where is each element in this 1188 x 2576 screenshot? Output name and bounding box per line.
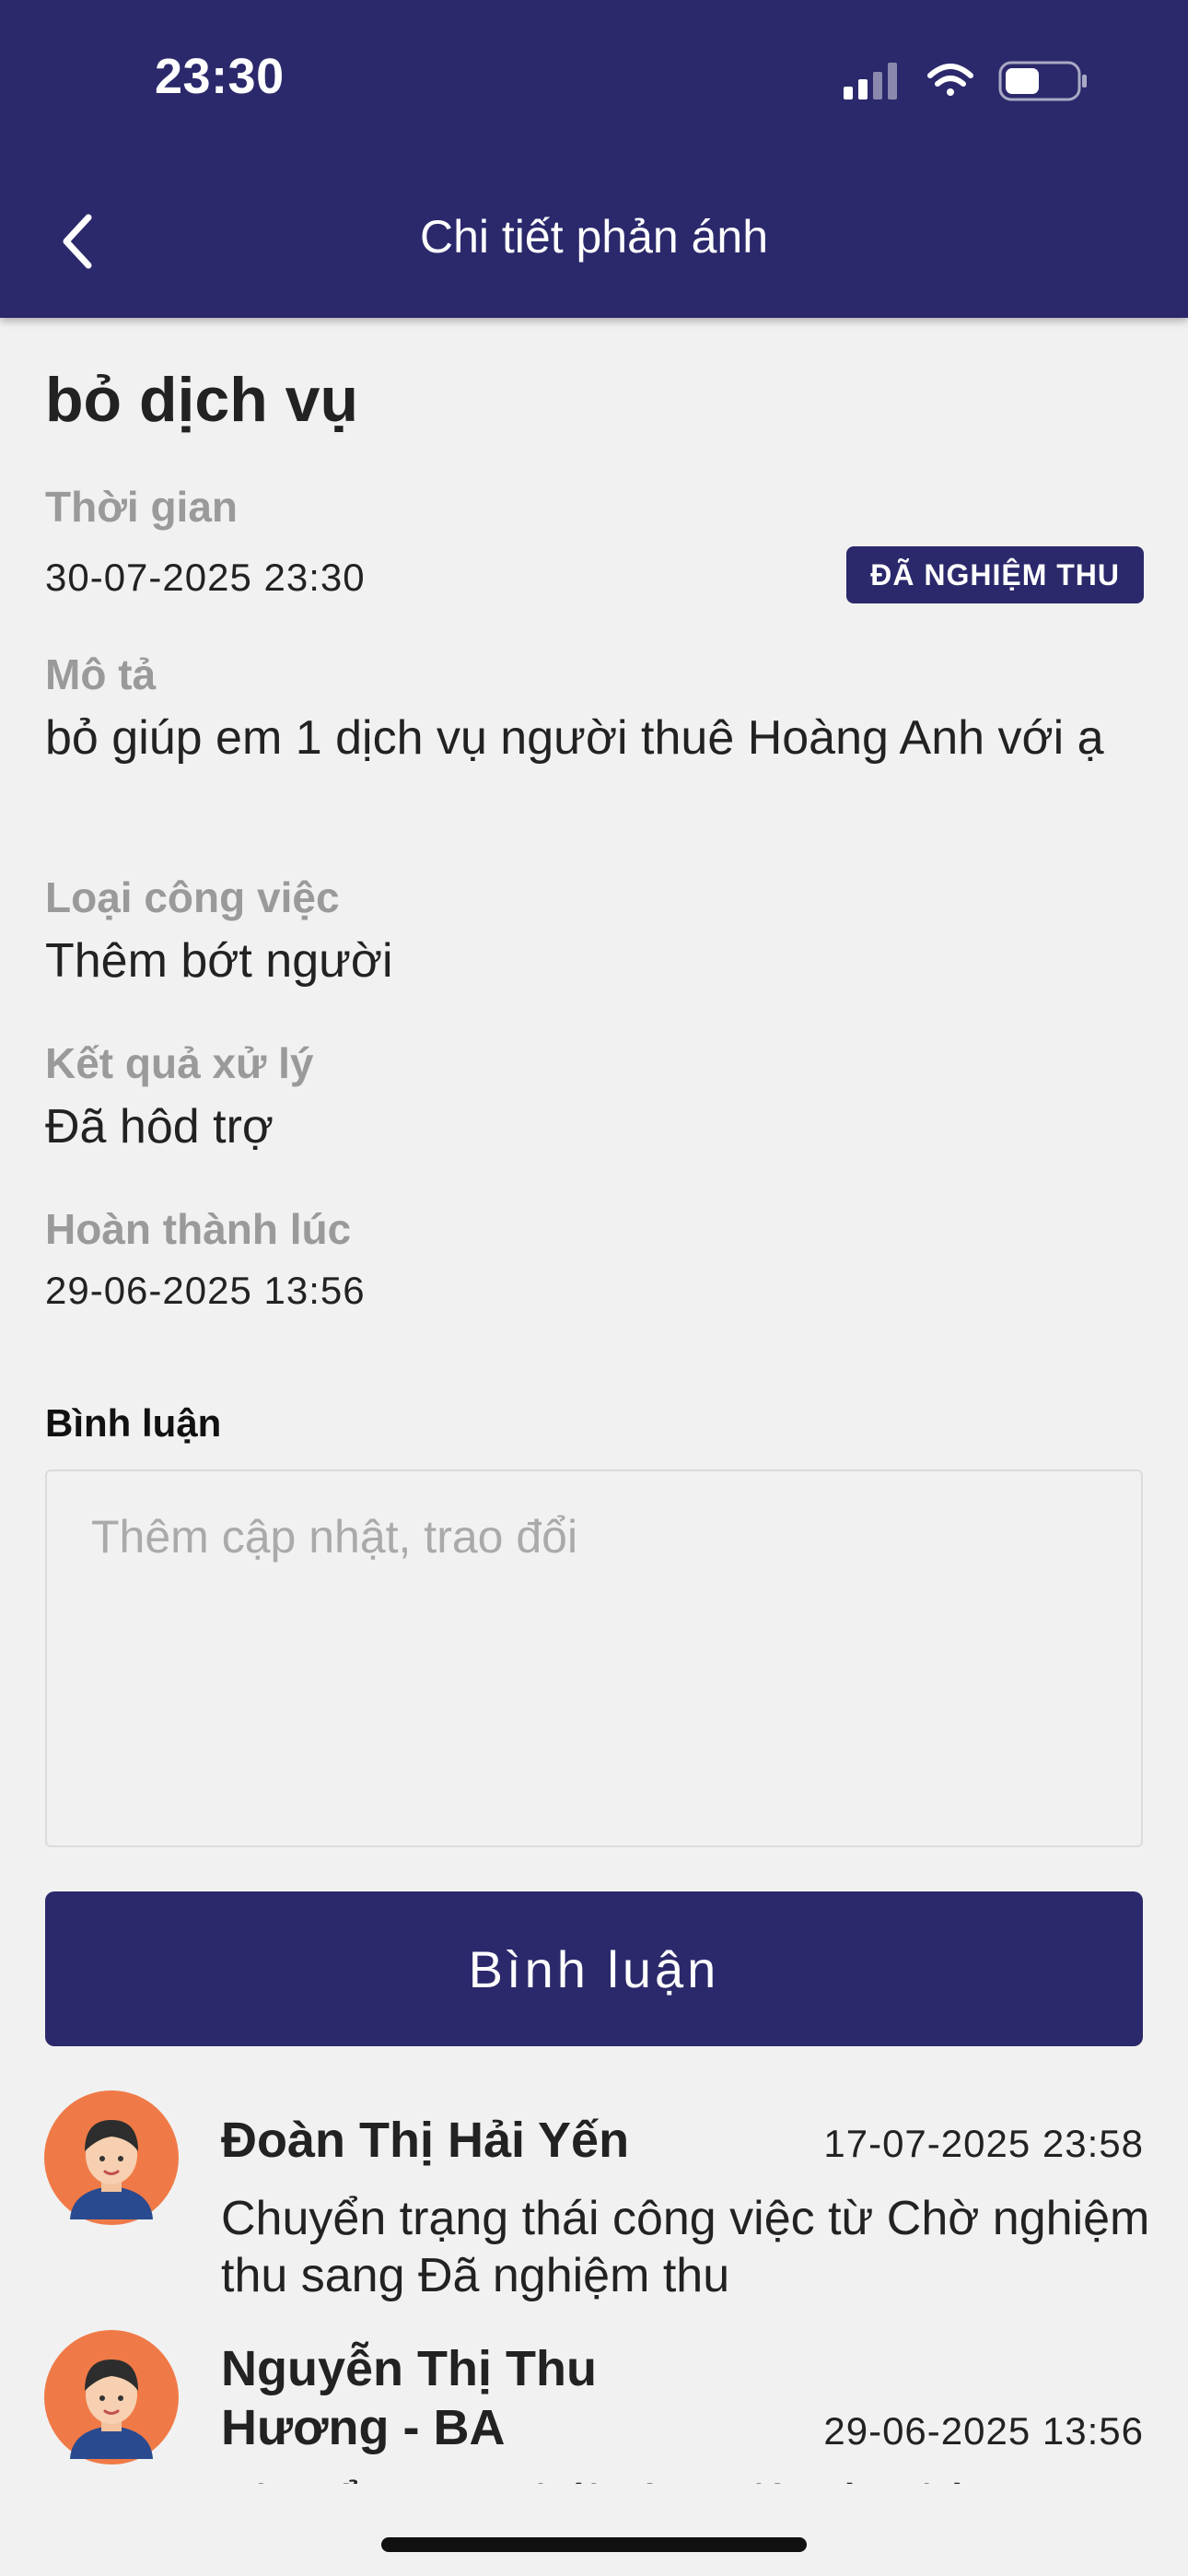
status-badge: ĐÃ NGHIỆM THU bbox=[846, 546, 1144, 603]
job-type-label: Loại công việc bbox=[45, 873, 340, 921]
home-indicator bbox=[381, 2537, 807, 2552]
battery-icon bbox=[998, 61, 1087, 101]
comment-date: 17-07-2025 23:58 bbox=[823, 2122, 1144, 2165]
completed-label: Hoàn thành lúc bbox=[45, 1205, 352, 1253]
screen-title: Chi tiết phản ánh bbox=[419, 211, 769, 263]
comment-item: Đoàn Thị Hải Yến 17-07-2025 23:58 Chuyển… bbox=[0, 2090, 1188, 2302]
job-type-value: Thêm bớt người bbox=[45, 934, 393, 988]
submit-comment-button[interactable]: Bình luận bbox=[45, 1891, 1143, 2046]
comment-author: Đoàn Thị Hải Yến bbox=[221, 2113, 630, 2168]
detail-content: bỏ dịch vụ Thời gian 30-07-2025 23:30 ĐÃ… bbox=[0, 318, 1188, 2484]
result-value: Đã hôd trợ bbox=[45, 1100, 274, 1153]
comment-item: Nguyễn Thị Thu Hương - BA 29-06-2025 13:… bbox=[0, 2330, 1188, 2484]
wifi-icon bbox=[927, 64, 973, 96]
comment-date: 29-06-2025 13:56 bbox=[823, 2409, 1144, 2453]
completed-value: 29-06-2025 13:56 bbox=[45, 1269, 366, 1312]
description-label: Mô tả bbox=[45, 650, 157, 698]
comment-text: Chuyển trạng thái công việc từ Chờ nghiệ… bbox=[221, 2192, 1150, 2302]
comment-author: Nguyễn Thị Thu Hương - BA bbox=[221, 2341, 597, 2455]
status-bar-time: 23:30 bbox=[155, 49, 285, 104]
result-label: Kết quả xử lý bbox=[45, 1039, 314, 1087]
signal-icon bbox=[844, 63, 897, 100]
user-avatar-icon bbox=[44, 2330, 179, 2465]
comment-input[interactable] bbox=[45, 1469, 1143, 1847]
user-avatar-icon bbox=[44, 2090, 179, 2225]
description-value: bỏ giúp em 1 dịch vụ người thuê Hoàng An… bbox=[45, 711, 1104, 765]
status-bar-icons bbox=[844, 61, 1087, 101]
comments-label: Bình luận bbox=[45, 1401, 222, 1445]
time-label: Thời gian bbox=[45, 483, 239, 531]
comment-text: Chuyển trạng thái công việc từ Chờ bbox=[221, 2474, 1151, 2484]
time-value: 30-07-2025 23:30 bbox=[45, 556, 366, 599]
report-title: bỏ dịch vụ bbox=[45, 365, 358, 435]
app-header: 23:30 Chi tiết phản ánh bbox=[0, 0, 1188, 318]
